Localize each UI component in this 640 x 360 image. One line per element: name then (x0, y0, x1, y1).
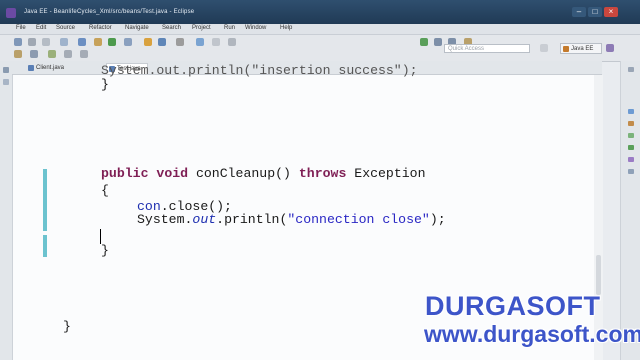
open-perspective-icon[interactable] (540, 44, 548, 52)
left-trim-bar (0, 61, 13, 360)
keyword-void: void (156, 166, 189, 181)
problems-icon[interactable] (628, 157, 634, 162)
servers-icon[interactable] (628, 133, 634, 138)
toggle-mark-icon[interactable] (212, 38, 220, 46)
prev-annotation-icon[interactable] (80, 50, 88, 58)
print-icon[interactable] (60, 38, 68, 46)
new-class-icon[interactable] (158, 38, 166, 46)
search-icon[interactable] (196, 38, 204, 46)
java-ee-icon (563, 46, 569, 52)
history-forward-icon[interactable] (30, 50, 38, 58)
code-line-class-close-brace: } (63, 319, 71, 334)
history-back-icon[interactable] (14, 50, 22, 58)
code-line-method-close-brace: } (101, 243, 109, 258)
field-out: out (192, 212, 217, 227)
code-line-open-brace: { (101, 183, 109, 198)
statement-end: ); (429, 212, 446, 227)
close-button[interactable]: × (604, 7, 618, 17)
save-all-icon[interactable] (42, 38, 50, 46)
menu-help[interactable]: Help (280, 25, 292, 31)
tab-client-java[interactable]: Client.java (26, 63, 70, 73)
watermark-brand: DURGASOFT (425, 291, 601, 321)
perspective-label: Java EE (571, 46, 594, 52)
perspective-java-ee[interactable]: Java EE (560, 43, 602, 54)
menu-bar: File Edit Source Refactor Navigate Searc… (0, 24, 640, 35)
menu-project[interactable]: Project (192, 25, 211, 31)
pin-editor-icon[interactable] (48, 50, 56, 58)
nav-back-icon[interactable] (434, 38, 442, 46)
tab-label: Client.java (36, 65, 65, 71)
maximize-button[interactable]: □ (588, 7, 602, 17)
keyword-public: public (101, 166, 149, 181)
main-toolbar: Quick Access Java EE (0, 35, 640, 62)
save-icon[interactable] (28, 38, 36, 46)
minimize-button[interactable]: – (572, 7, 586, 17)
code-line-close-brace: } (101, 77, 109, 92)
exception-type: Exception (354, 166, 426, 181)
code-line-partial: System.out.println("insertion success"); (101, 63, 418, 78)
watermark-url: www.durgasoft.com (424, 321, 640, 347)
outline-icon[interactable] (628, 109, 634, 114)
run-icon[interactable] (108, 38, 116, 46)
window-title: Java EE - BeanlifeCycles_Xml/src/beans/T… (24, 9, 195, 15)
eclipse-app-icon (6, 8, 16, 18)
open-type-icon[interactable] (176, 38, 184, 46)
code-line-println: System.out.println("connection close"); (137, 212, 446, 228)
keyword-throws: throws (298, 166, 347, 181)
string-literal: "connection close" (287, 212, 430, 227)
println-call: .println( (216, 212, 288, 227)
quick-access-input[interactable]: Quick Access (444, 44, 530, 53)
package-explorer-icon[interactable] (3, 79, 9, 85)
eclipse-window: Java EE - BeanlifeCycles_Xml/src/beans/T… (0, 0, 640, 360)
code-text: System.out.println("insertion success");… (13, 63, 446, 360)
menu-file[interactable]: File (16, 25, 26, 31)
debug-icon[interactable] (94, 38, 102, 46)
method-name: conCleanup() (195, 166, 291, 181)
external-tools-icon[interactable] (124, 38, 132, 46)
title-bar: Java EE - BeanlifeCycles_Xml/src/beans/T… (0, 0, 640, 24)
console-icon[interactable] (628, 145, 634, 150)
restore-icon[interactable] (3, 67, 9, 73)
java-perspective-icon[interactable] (606, 44, 614, 52)
minimize-view-icon[interactable] (628, 67, 634, 72)
server-icon[interactable] (78, 38, 86, 46)
menu-window[interactable]: Window (245, 25, 266, 31)
right-trim-bar (620, 61, 640, 360)
new-package-icon[interactable] (144, 38, 152, 46)
menu-source[interactable]: Source (56, 25, 75, 31)
scroll-thumb[interactable] (596, 255, 601, 295)
java-file-icon (28, 65, 34, 71)
system-class: System. (137, 212, 193, 227)
code-line-method-signature: public void conCleanup() throws Exceptio… (101, 166, 426, 182)
annotation-icon[interactable] (228, 38, 236, 46)
menu-edit[interactable]: Edit (36, 25, 46, 31)
menu-run[interactable]: Run (224, 25, 235, 31)
menu-search[interactable]: Search (162, 25, 181, 31)
markers-icon[interactable] (628, 169, 634, 174)
task-list-icon[interactable] (628, 121, 634, 126)
run-last-icon[interactable] (420, 38, 428, 46)
text-cursor (100, 229, 101, 244)
next-annotation-icon[interactable] (64, 50, 72, 58)
menu-navigate[interactable]: Navigate (125, 25, 149, 31)
menu-refactor[interactable]: Refactor (89, 25, 112, 31)
new-icon[interactable] (14, 38, 22, 46)
